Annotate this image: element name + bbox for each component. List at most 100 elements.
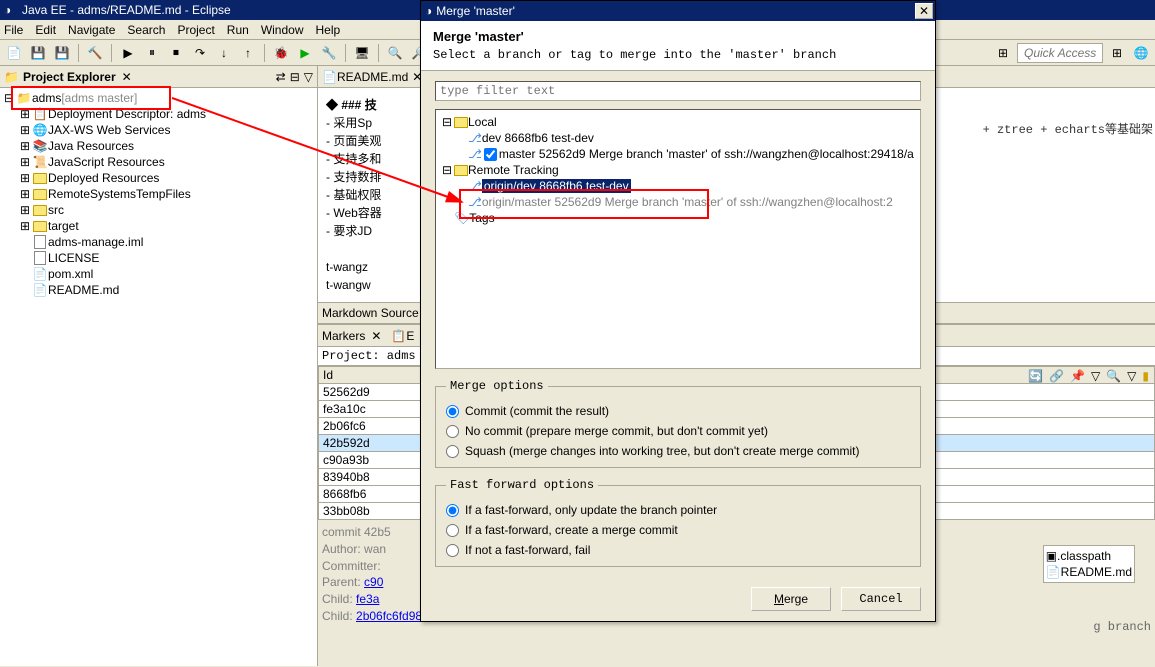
folder-icon [454,165,468,176]
menu-navigate[interactable]: Navigate [68,23,115,37]
quick-access-input[interactable] [1017,43,1103,63]
close-icon[interactable]: ✕ [122,70,132,84]
no-commit-radio[interactable] [446,425,459,438]
tree-item[interactable]: ⊞RemoteSystemsTempFiles [2,186,315,202]
tree-item[interactable]: ⊞📚Java Resources [2,138,315,154]
branch-item[interactable]: dev 8668fb6 test-dev [482,131,594,145]
filter-icon[interactable]: ▽ [1091,369,1100,383]
history-tab-icon[interactable]: 📋 [391,329,406,343]
debug-pause-icon[interactable]: ⏸ [142,43,162,63]
save-button[interactable]: 💾 [28,43,48,63]
explorer-tab[interactable]: 📁 Project Explorer ✕ ⇄ ⊟ ▽ [0,66,317,88]
tree-item[interactable]: LICENSE [2,250,315,266]
collapse-all-icon[interactable]: ⊟ [290,70,300,84]
ff-fail-radio[interactable] [446,544,459,557]
external-tools-button[interactable]: 🔧 [319,43,339,63]
merge-dialog: ◑ Merge 'master' ✕ Merge 'master' Select… [420,0,936,622]
menu-run[interactable]: Run [227,23,249,37]
markdown-icon: 📄 [322,70,337,84]
menu-search[interactable]: Search [127,23,165,37]
debug-button[interactable]: 🐞 [271,43,291,63]
run-button[interactable]: ▶ [295,43,315,63]
menu-file[interactable]: File [4,23,23,37]
outline-file-list[interactable]: ▣ .classpath 📄 README.md [1043,545,1135,583]
history-view-toolbar: 🔄 🔗 📌 ▽ 🔍 ▽ ▮ [1028,369,1149,383]
child-link-1[interactable]: fe3a [356,592,379,606]
eclipse-icon: ◑ [4,3,18,17]
explorer-tree[interactable]: ⊟📁adms [adms master]⊞📋Deployment Descrip… [0,88,317,666]
menu-help[interactable]: Help [316,23,341,37]
merge-options-legend: Merge options [446,379,548,393]
step-out-icon[interactable]: ↑ [238,43,258,63]
branch-icon: ⎇ [468,131,482,145]
branch-item[interactable]: master 52562d9 Merge branch 'master' of … [499,147,914,161]
view-menu-icon[interactable]: ▽ [1127,369,1136,383]
tree-item[interactable]: 📄pom.xml [2,266,315,282]
menu-edit[interactable]: Edit [35,23,56,37]
list-item[interactable]: 📄 README.md [1046,564,1132,580]
refresh-icon[interactable]: 🔄 [1028,369,1043,383]
save-all-button[interactable]: 💾 [52,43,72,63]
dialog-title: Merge 'master' [436,4,515,18]
close-button[interactable]: ✕ [915,3,933,19]
debug-resume-icon[interactable]: ▶ [118,43,138,63]
project-explorer-view: 📁 Project Explorer ✕ ⇄ ⊟ ▽ ⊟📁adms [adms … [0,66,318,666]
tree-item[interactable]: ⊞Deployed Resources [2,170,315,186]
cancel-button[interactable]: Cancel [841,587,921,611]
build-button[interactable]: 🔨 [85,43,105,63]
tree-item[interactable]: adms-manage.iml [2,234,315,250]
merge-button[interactable]: Merge [751,587,831,611]
new-button[interactable]: 📄 [4,43,24,63]
branch-tree[interactable]: ⊟ Local ⎇ dev 8668fb6 test-dev ⎇ master … [435,109,921,369]
open-perspective-button[interactable]: ⊞ [1107,43,1127,63]
menu-window[interactable]: Window [261,23,304,37]
link-editor-icon[interactable]: ⇄ [276,70,286,84]
toolbar-separator [345,44,346,62]
list-item[interactable]: ▣ .classpath [1046,548,1132,564]
markdown-source-tab[interactable]: Markdown Source [322,306,419,320]
current-branch-checkbox[interactable] [484,148,497,161]
remote-tracking-node[interactable]: Remote Tracking [468,163,559,177]
column-icon[interactable]: ▮ [1142,369,1149,383]
view-menu-icon[interactable]: ▽ [304,70,313,84]
ff-only-radio[interactable] [446,504,459,517]
dialog-heading: Merge 'master' [433,29,923,44]
tree-item[interactable]: ⊞📜JavaScript Resources [2,154,315,170]
expand-icon[interactable]: ⊟ [440,115,454,129]
tree-item[interactable]: 📄README.md [2,282,315,298]
parent-link[interactable]: c90 [364,575,383,589]
tree-item[interactable]: ⊞🌐JAX-WS Web Services [2,122,315,138]
annotation-highlight-project [11,86,171,110]
ff-options-group: Fast forward options If a fast-forward, … [435,478,921,567]
step-over-icon[interactable]: ↷ [190,43,210,63]
tree-item[interactable]: ⊞target [2,218,315,234]
window-title: Java EE - adms/README.md - Eclipse [22,3,231,17]
pin-icon[interactable]: 📌 [1070,369,1085,383]
new-server-button[interactable]: 🖥 [352,43,372,63]
search-icon[interactable]: 🔍 [1106,369,1121,383]
debug-stop-icon[interactable]: ⏹ [166,43,186,63]
squash-radio[interactable] [446,445,459,458]
commit-radio[interactable] [446,405,459,418]
expand-icon[interactable]: ⊟ [440,163,454,177]
javaee-perspective-icon[interactable]: 🌐 [1131,43,1151,63]
open-type-button[interactable]: 🔍 [385,43,405,63]
markers-tab[interactable]: Markers [322,329,365,343]
local-branches-node[interactable]: Local [468,115,497,129]
ff-merge-radio[interactable] [446,524,459,537]
branch-tag-text: g branch [1093,620,1151,634]
toolbar-separator [78,44,79,62]
toolbar-separator [378,44,379,62]
dialog-header: Merge 'master' Select a branch or tag to… [421,21,935,71]
link-icon[interactable]: 🔗 [1049,369,1064,383]
step-into-icon[interactable]: ↓ [214,43,234,63]
filter-input[interactable] [435,81,921,101]
editor-tab[interactable]: README.md [337,70,408,84]
merge-options-group: Merge options Commit (commit the result)… [435,379,921,468]
menu-project[interactable]: Project [177,23,214,37]
explorer-title: Project Explorer [23,70,116,84]
annotation-highlight-branch [459,189,709,219]
tree-item[interactable]: ⊞src [2,202,315,218]
history-tab[interactable]: E [406,329,414,343]
perspective-icon[interactable]: ⊞ [993,43,1013,63]
